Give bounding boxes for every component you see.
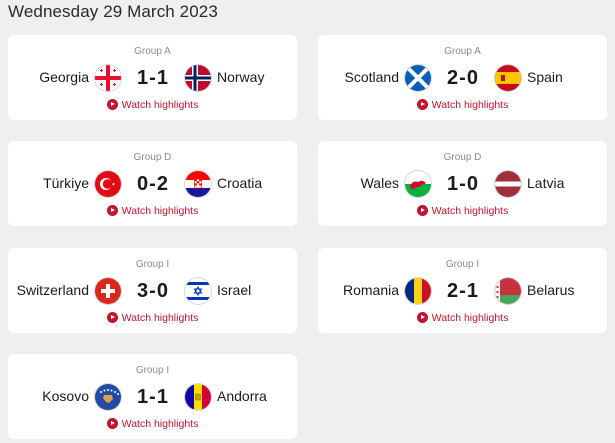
- match-card[interactable]: Group I Kosovo 1-1 Andorra Watch highlig…: [8, 354, 297, 439]
- scotland-flag-icon: [405, 65, 431, 91]
- score: 1-1: [137, 386, 169, 408]
- play-icon: [416, 205, 428, 216]
- away-team-name[interactable]: Andorra: [217, 388, 267, 404]
- home-team-name[interactable]: Wales: [361, 175, 399, 191]
- watch-highlights-link[interactable]: Watch highlights: [8, 99, 297, 111]
- away-team-name[interactable]: Latvia: [527, 175, 564, 191]
- group-label: Group I: [445, 259, 480, 270]
- home-team-name[interactable]: Scotland: [345, 69, 399, 85]
- match-card[interactable]: Group A Scotland 2-0 Spain Watch highlig…: [318, 35, 607, 120]
- score: 3-0: [137, 280, 169, 302]
- group-label: Group I: [135, 259, 170, 270]
- switzerland-flag-icon: [95, 278, 121, 304]
- croatia-flag-icon: [185, 171, 211, 197]
- match-card[interactable]: Group A Georgia 1-1 Norway Watch highlig…: [8, 35, 297, 120]
- home-team-name[interactable]: Türkiye: [43, 175, 89, 191]
- norway-flag-icon: [185, 65, 211, 91]
- match-card[interactable]: Group D Wales 1-0 Latvia Watch highlight…: [318, 141, 607, 226]
- watch-highlights-label: Watch highlights: [121, 205, 199, 217]
- kosovo-flag-icon: [95, 384, 121, 410]
- match-card[interactable]: Group I Romania 2-1 Belarus Watch highli…: [318, 248, 607, 333]
- group-label: Group D: [443, 152, 482, 163]
- watch-highlights-label: Watch highlights: [431, 205, 509, 217]
- watch-highlights-label: Watch highlights: [431, 99, 509, 111]
- home-team-name[interactable]: Kosovo: [42, 388, 89, 404]
- away-team-name[interactable]: Croatia: [217, 175, 262, 191]
- turkiye-flag-icon: [95, 171, 121, 197]
- andorra-flag-icon: [185, 384, 211, 410]
- score: 2-0: [447, 67, 479, 89]
- group-label: Group A: [134, 46, 171, 57]
- watch-highlights-label: Watch highlights: [121, 312, 199, 324]
- score: 2-1: [447, 280, 479, 302]
- score: 0-2: [137, 173, 169, 195]
- group-label: Group D: [133, 152, 172, 163]
- belarus-flag-icon: [495, 278, 521, 304]
- match-card[interactable]: Group D Türkiye 0-2 Croatia Watch highli…: [8, 141, 297, 226]
- israel-flag-icon: [185, 278, 211, 304]
- date-heading: Wednesday 29 March 2023: [8, 2, 218, 21]
- home-team-name[interactable]: Switzerland: [17, 282, 89, 298]
- play-icon: [416, 312, 428, 323]
- watch-highlights-label: Watch highlights: [121, 418, 199, 430]
- group-label: Group A: [444, 46, 481, 57]
- watch-highlights-link[interactable]: Watch highlights: [318, 312, 607, 324]
- romania-flag-icon: [405, 278, 431, 304]
- away-team-name[interactable]: Israel: [217, 282, 251, 298]
- wales-flag-icon: [405, 171, 431, 197]
- watch-highlights-label: Watch highlights: [121, 99, 199, 111]
- away-team-name[interactable]: Spain: [527, 69, 563, 85]
- play-icon: [106, 418, 118, 429]
- watch-highlights-link[interactable]: Watch highlights: [318, 205, 607, 217]
- away-team-name[interactable]: Belarus: [527, 282, 574, 298]
- home-team-name[interactable]: Georgia: [39, 69, 89, 85]
- play-icon: [416, 99, 428, 110]
- away-team-name[interactable]: Norway: [217, 69, 264, 85]
- watch-highlights-link[interactable]: Watch highlights: [318, 99, 607, 111]
- watch-highlights-link[interactable]: Watch highlights: [8, 205, 297, 217]
- watch-highlights-link[interactable]: Watch highlights: [8, 312, 297, 324]
- watch-highlights-label: Watch highlights: [431, 312, 509, 324]
- play-icon: [106, 205, 118, 216]
- score: 1-1: [137, 67, 169, 89]
- georgia-flag-icon: [95, 65, 121, 91]
- group-label: Group I: [135, 365, 170, 376]
- score: 1-0: [447, 173, 479, 195]
- home-team-name[interactable]: Romania: [343, 282, 399, 298]
- latvia-flag-icon: [495, 171, 521, 197]
- spain-flag-icon: [495, 65, 521, 91]
- play-icon: [106, 312, 118, 323]
- match-card[interactable]: Group I Switzerland 3-0 Israel Watch hig…: [8, 248, 297, 333]
- watch-highlights-link[interactable]: Watch highlights: [8, 418, 297, 430]
- play-icon: [106, 99, 118, 110]
